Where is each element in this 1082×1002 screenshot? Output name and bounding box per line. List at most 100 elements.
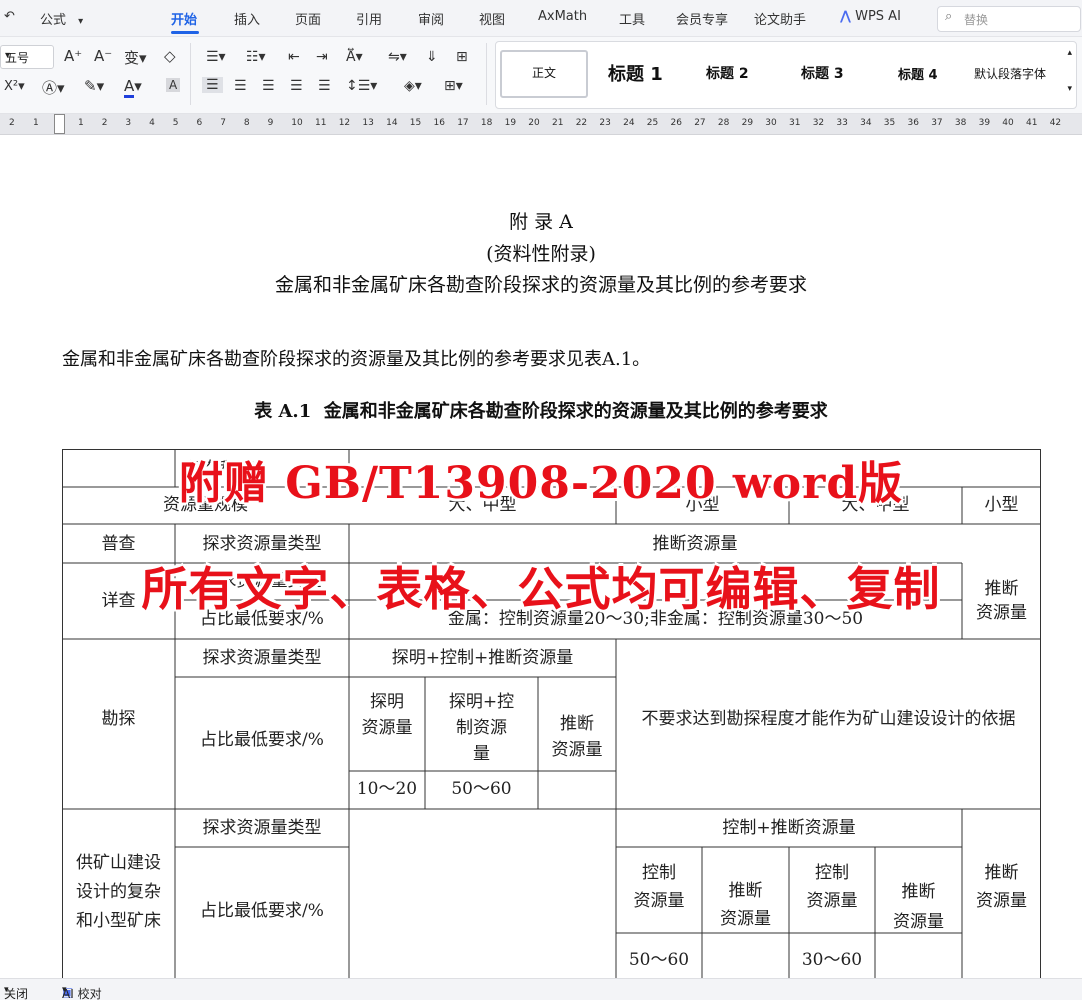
ruler-number: 23 <box>599 118 611 128</box>
style-normal[interactable]: 正文 <box>500 50 588 98</box>
sort-icon[interactable]: ⇋▾ <box>388 49 407 65</box>
cell-kantan-type-value: 探明+控制+推断资源量 <box>391 648 574 668</box>
text-effect-icon[interactable]: Ⓐ▾ <box>42 77 65 98</box>
font-size-select[interactable]: 五号 ▾ <box>0 45 54 69</box>
tab-insert[interactable]: 插入 <box>234 9 260 28</box>
ruler-number: 33 <box>836 118 848 128</box>
cell-kantan-type: 探求资源量类型 <box>202 648 322 668</box>
ruler-number: 11 <box>315 118 327 128</box>
grow-font-icon[interactable]: A⁺ <box>64 47 82 65</box>
decrease-indent-icon[interactable]: ⇤ <box>288 49 300 65</box>
phonetic-icon[interactable]: 变▾ <box>124 47 147 68</box>
style-heading-4[interactable]: 标题 4 <box>898 64 938 83</box>
cell-kantan-val1: 10～20 <box>356 779 418 799</box>
ribbon-toolbar: 五号 ▾ A⁺ A⁻ 变▾ ◇ X²▾ Ⓐ▾ ✎▾ A▾ A ☰▾ ☷▾ ⇤ ⇥… <box>0 37 1082 114</box>
cell-gong-sub4: 推断 资源量 <box>893 882 944 932</box>
style-heading-2[interactable]: 标题 2 <box>706 63 749 83</box>
line-spacing-icon[interactable]: ↕☰▾ <box>346 78 377 94</box>
document-page[interactable]: 附 录 A (资料性附录) 金属和非金属矿床各勘查阶段探求的资源量及其比例的参考… <box>0 135 1082 979</box>
ruler-number: 13 <box>362 118 374 128</box>
search-icon: ⌕ <box>945 9 953 24</box>
ruler-number: 19 <box>504 118 517 128</box>
cell-gong: 供矿山建设 设计的复杂 和小型矿床 <box>76 853 161 931</box>
tab-tools[interactable]: 工具 <box>619 9 645 28</box>
bullet-list-icon[interactable]: ☰▾ <box>206 49 226 65</box>
appendix-subtitle: 金属和非金属矿床各勘查阶段探求的资源量及其比例的参考要求 <box>274 274 807 296</box>
char-shading-icon[interactable]: A <box>166 78 181 92</box>
superscript-icon[interactable]: X²▾ <box>4 79 25 94</box>
chevron-up-icon[interactable]: ▴ <box>1067 48 1072 58</box>
tab-review[interactable]: 审阅 <box>418 9 444 28</box>
chevron-down-icon: ▾ <box>78 16 84 27</box>
justify-icon[interactable]: ☰ <box>290 78 303 94</box>
promo-overlay-line1: 附赠 GB/T13908-2020 word版 <box>178 458 904 509</box>
tab-reference[interactable]: 引用 <box>356 9 382 28</box>
ruler-number: 37 <box>931 118 943 128</box>
horizontal-ruler[interactable]: 2 1 1 2 3 4 5 6 7 8 9 10 11 12 13 14 15 16 17 18 19 20 21 22 23 2… <box>0 114 1082 135</box>
undo-icon[interactable]: ↶ <box>4 9 15 24</box>
chevron-down-icon: ▾ <box>5 50 11 61</box>
ruler-number: 32 <box>812 118 825 128</box>
cell-kantan-val2: 50～60 <box>451 779 512 799</box>
clear-format-icon[interactable]: ◇ <box>164 47 176 65</box>
ruler-number: 25 <box>646 118 659 128</box>
style-gallery: 正文 标题 1 标题 2 标题 3 标题 4 默认段落字体 ▴ ▾ <box>495 41 1077 109</box>
show-marks-icon[interactable]: ⊞ <box>456 49 468 65</box>
format-dropdown[interactable]: 公式 ▾ <box>40 9 83 28</box>
search-input[interactable]: ⌕ 替换 <box>937 6 1081 32</box>
tab-axmath[interactable]: AxMath <box>538 9 587 24</box>
ruler-number: 2 <box>101 118 108 128</box>
style-heading-1[interactable]: 标题 1 <box>608 60 663 86</box>
cell-gong-right: 推断 资源量 <box>976 863 1027 911</box>
style-heading-3[interactable]: 标题 3 <box>801 63 844 83</box>
ruler-number: 20 <box>528 118 540 128</box>
tab-home[interactable]: 开始 <box>171 9 197 28</box>
increase-indent-icon[interactable]: ⇥ <box>316 49 328 65</box>
align-center-icon[interactable]: ☰ <box>234 78 247 94</box>
ruler-number: 6 <box>196 118 203 128</box>
highlight-icon[interactable]: ✎▾ <box>84 77 104 95</box>
font-color-icon[interactable]: A▾ <box>124 77 142 98</box>
indent-marker[interactable] <box>54 114 65 134</box>
cell-gong-sub3: 控制 资源量 <box>806 863 858 911</box>
ruler-number: 7 <box>220 118 226 128</box>
tab-view[interactable]: 视图 <box>479 9 505 28</box>
chevron-down-icon: ▾ <box>62 985 67 995</box>
divider <box>486 43 487 105</box>
tab-thesis[interactable]: 论文助手 <box>754 9 806 28</box>
ruler-number: 10 <box>291 118 303 128</box>
wps-ai-icon: ⋀ <box>840 9 851 24</box>
ruler-number: 31 <box>789 118 801 128</box>
align-left-icon[interactable]: ☰ <box>202 77 223 93</box>
tab-member[interactable]: 会员专享 <box>676 9 728 28</box>
ruler-number: 14 <box>386 118 398 128</box>
ruler-number: 4 <box>149 118 155 128</box>
align-right-icon[interactable]: ☰ <box>262 78 275 94</box>
tab-page[interactable]: 页面 <box>295 9 321 28</box>
cell-gong-type: 探求资源量类型 <box>202 818 322 838</box>
tab-wps-ai[interactable]: ⋀ WPS AI <box>840 9 901 24</box>
cell-gong-val1: 50～60 <box>628 950 690 970</box>
distribute-icon[interactable]: ☰ <box>318 78 331 94</box>
line-sort-icon[interactable]: ⇓ <box>426 49 438 65</box>
promo-overlay-line2: 所有文字、表格、公式均可编辑、复制 <box>141 562 941 616</box>
ruler-number: 1 <box>78 118 84 128</box>
ruler-number: 22 <box>575 118 588 128</box>
chevron-down-icon[interactable]: ▾ <box>1067 84 1072 94</box>
border-icon[interactable]: ⊞▾ <box>444 78 463 94</box>
ruler-number: 24 <box>623 118 635 128</box>
ruler-number: 27 <box>694 118 706 128</box>
ruler-number: 8 <box>243 118 250 128</box>
ruler-number: 18 <box>480 118 493 128</box>
shading-icon[interactable]: ◈▾ <box>404 78 422 94</box>
shrink-font-icon[interactable]: A⁻ <box>94 47 112 65</box>
menu-bar: ↶ 公式 ▾ 开始 插入 页面 引用 审阅 视图 AxMath 工具 会员专享 … <box>0 0 1082 37</box>
text-direction-icon[interactable]: A⃡▾ <box>346 49 363 65</box>
cell-gong-type-value: 控制+推断资源量 <box>722 818 856 838</box>
status-bar: 关闭 ▾ ▣ AI 校对 ▾ <box>0 978 1082 1001</box>
style-default-para-font[interactable]: 默认段落字体 <box>974 65 1046 82</box>
cell-kantan-sub3: 推断 资源量 <box>551 714 603 760</box>
cell-gong-val2: 30～60 <box>801 950 863 970</box>
numbered-list-icon[interactable]: ☷▾ <box>246 49 266 65</box>
table-caption: 表 A.1 金属和非金属矿床各勘查阶段探求的资源量及其比例的参考要求 <box>254 401 828 422</box>
